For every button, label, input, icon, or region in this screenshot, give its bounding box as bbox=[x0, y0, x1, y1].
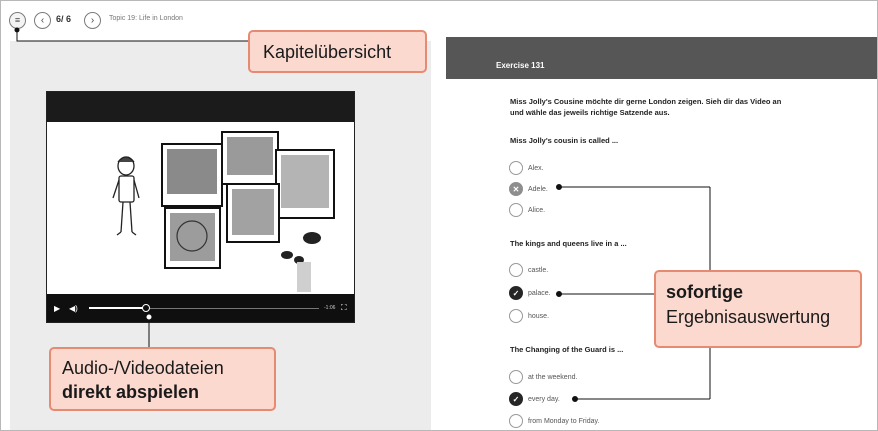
annotation-chapter-overview: Kapitelübersicht bbox=[248, 30, 427, 73]
annotation-text: Audio-/Videodateien bbox=[62, 358, 224, 378]
screenshot-frame: ≡ ‹ 6/ 6 › Topic 19: Life in London ▶ ◀)… bbox=[0, 0, 878, 431]
annotation-text: Ergebnisauswertung bbox=[666, 307, 831, 327]
annotation-text: sofortige bbox=[666, 282, 744, 302]
annotation-text: Kapitelübersicht bbox=[263, 42, 392, 62]
annotation-media-playback: Audio-/Videodateien direkt abspielen bbox=[49, 347, 276, 411]
annotation-text: direkt abspielen bbox=[62, 382, 200, 402]
annotation-instant-feedback: sofortige Ergebnisauswertung bbox=[654, 270, 862, 348]
